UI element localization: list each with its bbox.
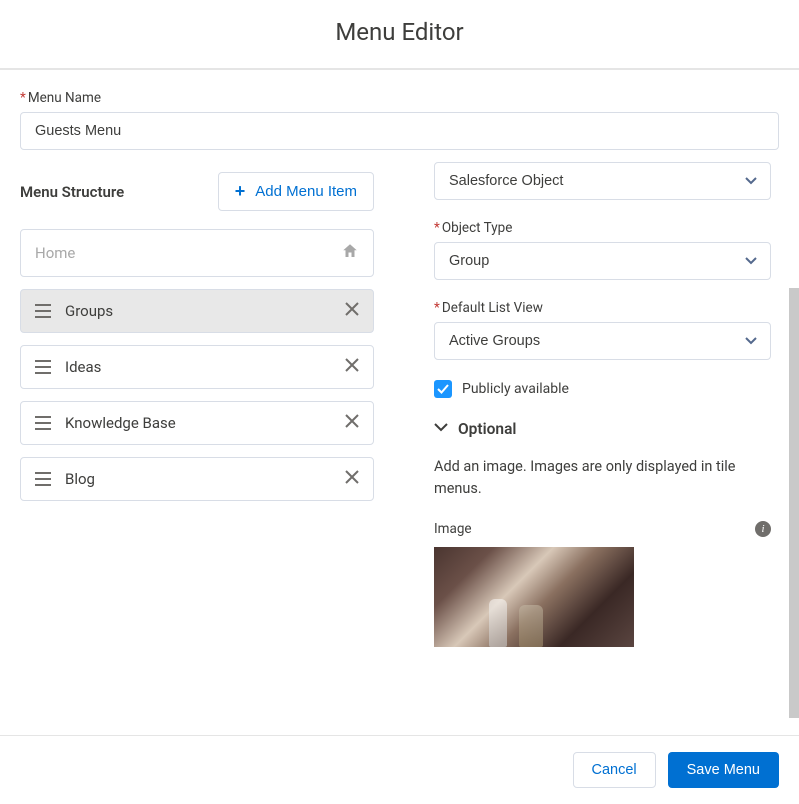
image-label-row: Image i xyxy=(434,521,771,537)
publicly-available-label: Publicly available xyxy=(462,381,569,397)
modal-header: Menu Editor xyxy=(0,0,799,70)
menu-name-field-group: *Menu Name xyxy=(20,90,779,150)
required-indicator: * xyxy=(434,300,440,316)
menu-item-label: Home xyxy=(35,244,341,262)
menu-name-label: *Menu Name xyxy=(20,90,779,106)
menu-item-groups[interactable]: Groups xyxy=(20,289,374,333)
object-type-field-group: *Object Type xyxy=(434,220,771,280)
structure-title: Menu Structure xyxy=(20,183,124,201)
close-icon[interactable] xyxy=(345,358,359,376)
plus-icon: + xyxy=(235,181,246,202)
default-list-view-select[interactable] xyxy=(434,322,771,360)
drag-handle-icon[interactable] xyxy=(35,416,51,430)
drag-handle-icon[interactable] xyxy=(35,472,51,486)
object-type-select[interactable] xyxy=(434,242,771,280)
cancel-button[interactable]: Cancel xyxy=(573,752,656,788)
menu-item-detail-panel: *Object Type *Default List View xyxy=(404,150,779,735)
type-select[interactable] xyxy=(434,162,771,200)
drag-handle-icon[interactable] xyxy=(35,304,51,318)
menu-item-label: Ideas xyxy=(65,358,345,376)
optional-section-toggle[interactable]: Optional xyxy=(434,420,771,438)
menu-item-label: Blog xyxy=(65,470,345,488)
scrollbar-track[interactable] xyxy=(789,158,799,718)
default-list-view-field-group: *Default List View xyxy=(434,300,771,360)
type-field-group xyxy=(434,162,771,200)
modal-footer: Cancel Save Menu xyxy=(0,735,799,804)
modal-body: *Menu Name Menu Structure + Add Menu Ite… xyxy=(0,70,799,735)
menu-item-home[interactable]: Home xyxy=(20,229,374,277)
menu-item-label: Knowledge Base xyxy=(65,414,345,432)
close-icon[interactable] xyxy=(345,414,359,432)
menu-items-list: Home Groups xyxy=(20,229,374,501)
add-menu-item-button[interactable]: + Add Menu Item xyxy=(218,172,374,211)
menu-structure-panel: Menu Structure + Add Menu Item Home xyxy=(20,150,404,735)
close-icon[interactable] xyxy=(345,302,359,320)
menu-item-blog[interactable]: Blog xyxy=(20,457,374,501)
object-type-label: *Object Type xyxy=(434,220,771,236)
chevron-down-icon xyxy=(434,421,448,437)
image-preview[interactable] xyxy=(434,547,634,647)
editor-columns: Menu Structure + Add Menu Item Home xyxy=(20,150,779,735)
info-icon[interactable]: i xyxy=(755,521,771,537)
required-indicator: * xyxy=(20,90,26,106)
add-menu-item-label: Add Menu Item xyxy=(255,183,357,200)
menu-item-knowledge-base[interactable]: Knowledge Base xyxy=(20,401,374,445)
default-list-view-label: *Default List View xyxy=(434,300,771,316)
optional-label: Optional xyxy=(458,420,516,438)
home-icon xyxy=(341,242,359,264)
drag-handle-icon[interactable] xyxy=(35,360,51,374)
scrollbar-thumb[interactable] xyxy=(789,288,799,718)
menu-item-label: Groups xyxy=(65,302,345,320)
required-indicator: * xyxy=(434,220,440,236)
modal-title: Menu Editor xyxy=(0,18,799,46)
publicly-available-row[interactable]: Publicly available xyxy=(434,380,771,398)
publicly-available-checkbox[interactable] xyxy=(434,380,452,398)
image-label: Image xyxy=(434,521,472,537)
menu-name-input[interactable] xyxy=(20,112,779,150)
menu-item-ideas[interactable]: Ideas xyxy=(20,345,374,389)
close-icon[interactable] xyxy=(345,470,359,488)
optional-help-text: Add an image. Images are only displayed … xyxy=(434,456,771,501)
structure-header: Menu Structure + Add Menu Item xyxy=(20,172,374,211)
save-menu-button[interactable]: Save Menu xyxy=(668,752,779,788)
menu-editor-modal: Menu Editor *Menu Name Menu Structure + … xyxy=(0,0,799,804)
